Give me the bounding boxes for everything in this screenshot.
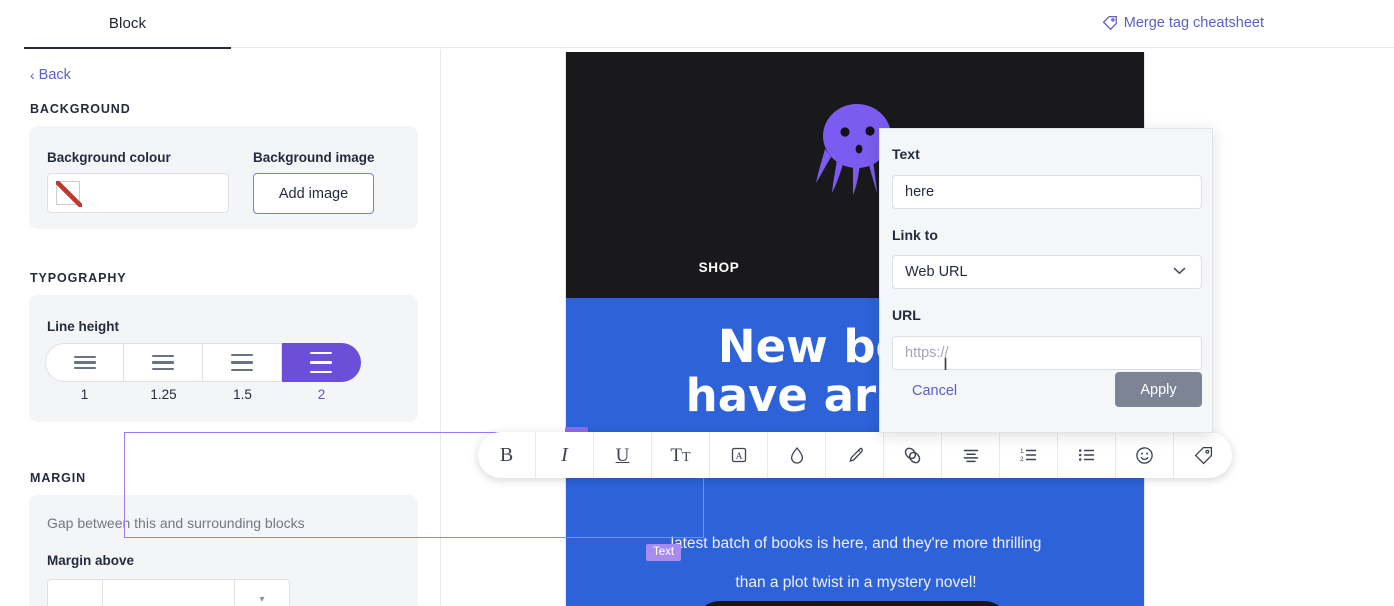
line-height-label-1: 1: [80, 387, 89, 402]
underline-icon: U: [615, 444, 630, 466]
italic-button[interactable]: I: [536, 432, 594, 478]
topbar-divider: [231, 47, 1394, 48]
line-height-label-1-25: 1.25: [150, 387, 177, 402]
block-settings-panel: ‹ Back BACKGROUND Background colour Back…: [0, 49, 441, 606]
chevron-down-icon: [1170, 261, 1189, 284]
link-chain-icon: [902, 445, 923, 466]
link-settings-dialog: Text here Link to Web URL URL https:// C…: [879, 128, 1213, 433]
link-to-label: Link to: [892, 227, 938, 243]
email-block-editor: Block Merge tag cheatsheet ‹ Back BACKGR…: [0, 0, 1394, 606]
underline-button[interactable]: U: [594, 432, 652, 478]
background-colour-label: Background colour: [47, 150, 171, 165]
background-card: Background colour Background image Add i…: [29, 126, 418, 229]
font-family-icon: A: [729, 445, 749, 465]
line-height-option-1[interactable]: [45, 343, 124, 382]
svg-text:A: A: [735, 452, 742, 462]
bold-button[interactable]: B: [478, 432, 536, 478]
back-label: Back: [38, 67, 71, 83]
cancel-button[interactable]: Cancel: [912, 383, 957, 399]
apply-button[interactable]: Apply: [1115, 372, 1202, 407]
bullet-list-icon: [1076, 445, 1097, 465]
margin-card: Gap between this and surrounding blocks …: [29, 495, 418, 606]
highlighter-pen-icon: [845, 445, 865, 465]
font-size-button[interactable]: TT: [652, 432, 710, 478]
link-button[interactable]: [884, 432, 942, 478]
email-paragraph[interactable]: latest batch of books is here, and they'…: [566, 524, 1144, 602]
font-family-button[interactable]: A: [710, 432, 768, 478]
margin-above-stepper: ▾: [47, 579, 290, 606]
line-height-label-2: 2: [317, 387, 326, 402]
numbered-list-button[interactable]: 1 2: [1000, 432, 1058, 478]
bullet-list-button[interactable]: [1058, 432, 1116, 478]
margin-above-label: Margin above: [47, 553, 135, 568]
link-text-input[interactable]: here: [892, 175, 1202, 209]
line-height-1.25-icon: [152, 354, 174, 371]
svg-text:2: 2: [1020, 456, 1024, 463]
line-height-option-1-25[interactable]: [124, 343, 203, 382]
chevron-down-icon: ▾: [259, 593, 265, 605]
tag-icon: [1193, 445, 1214, 466]
merge-tag-button[interactable]: [1174, 432, 1232, 478]
emoji-button[interactable]: [1116, 432, 1174, 478]
merge-tag-cheatsheet-link[interactable]: Merge tag cheatsheet: [1102, 15, 1264, 31]
tag-icon: [1102, 15, 1118, 31]
typography-card: Line height 1 1.25 1.5 2: [29, 295, 418, 422]
email-paragraph-line2: than a plot twist in a mystery novel!: [735, 574, 977, 591]
email-cta-button[interactable]: EXPLORE NEW ARRIVALS: [694, 601, 1010, 606]
link-text-value: here: [905, 184, 935, 200]
chevron-left-icon: ‹: [30, 67, 35, 83]
section-title-background: BACKGROUND: [30, 102, 131, 116]
selected-block-badge: Text: [646, 544, 682, 561]
text-colour-button[interactable]: [768, 432, 826, 478]
margin-hint-text: Gap between this and surrounding blocks: [47, 515, 305, 531]
highlighter-button[interactable]: [826, 432, 884, 478]
droplet-icon: [787, 445, 807, 465]
bold-icon: B: [499, 444, 514, 466]
margin-above-slider[interactable]: [102, 579, 234, 606]
background-image-label: Background image: [253, 150, 375, 165]
align-center-icon: [961, 445, 981, 465]
link-text-label: Text: [892, 146, 920, 162]
margin-above-unit-select[interactable]: ▾: [234, 579, 290, 606]
top-bar: Block Merge tag cheatsheet: [0, 0, 1394, 49]
link-to-value: Web URL: [905, 264, 968, 280]
tab-block-label: Block: [108, 15, 147, 32]
section-title-margin: MARGIN: [30, 471, 87, 485]
align-button[interactable]: [942, 432, 1000, 478]
tab-block[interactable]: Block: [24, 0, 231, 49]
line-height-segmented-control: [45, 343, 361, 382]
margin-above-value-input[interactable]: [47, 579, 102, 606]
font-size-icon: TT: [670, 444, 691, 466]
line-height-1.5-icon: [231, 353, 253, 372]
line-height-label-1-5: 1.5: [233, 387, 252, 402]
line-height-label: Line height: [47, 319, 119, 334]
nav-item-shop[interactable]: SHOP: [699, 260, 740, 275]
svg-text:1: 1: [1020, 448, 1024, 455]
line-height-1-icon: [73, 355, 96, 370]
back-link[interactable]: ‹ Back: [30, 67, 71, 83]
line-height-option-2[interactable]: [282, 343, 361, 382]
line-height-option-1-5[interactable]: [203, 343, 282, 382]
text-format-toolbar: B I U TT A 1 2: [478, 432, 1232, 478]
url-placeholder: https://: [905, 345, 949, 361]
line-height-option-labels: 1 1.25 1.5 2: [45, 387, 361, 402]
text-cursor-icon: I: [943, 355, 949, 375]
numbered-list-icon: 1 2: [1018, 445, 1039, 465]
smiley-icon: [1134, 445, 1155, 466]
section-title-typography: TYPOGRAPHY: [30, 271, 127, 285]
no-colour-swatch-icon: [56, 181, 82, 207]
italic-icon: I: [561, 444, 568, 466]
url-label: URL: [892, 307, 921, 323]
merge-tag-cheatsheet-label: Merge tag cheatsheet: [1123, 15, 1264, 31]
background-colour-input[interactable]: [47, 173, 229, 213]
link-to-select[interactable]: Web URL: [892, 255, 1202, 289]
add-image-button[interactable]: Add image: [253, 173, 374, 214]
url-input[interactable]: https://: [892, 336, 1202, 370]
line-height-2-icon: [310, 351, 332, 374]
